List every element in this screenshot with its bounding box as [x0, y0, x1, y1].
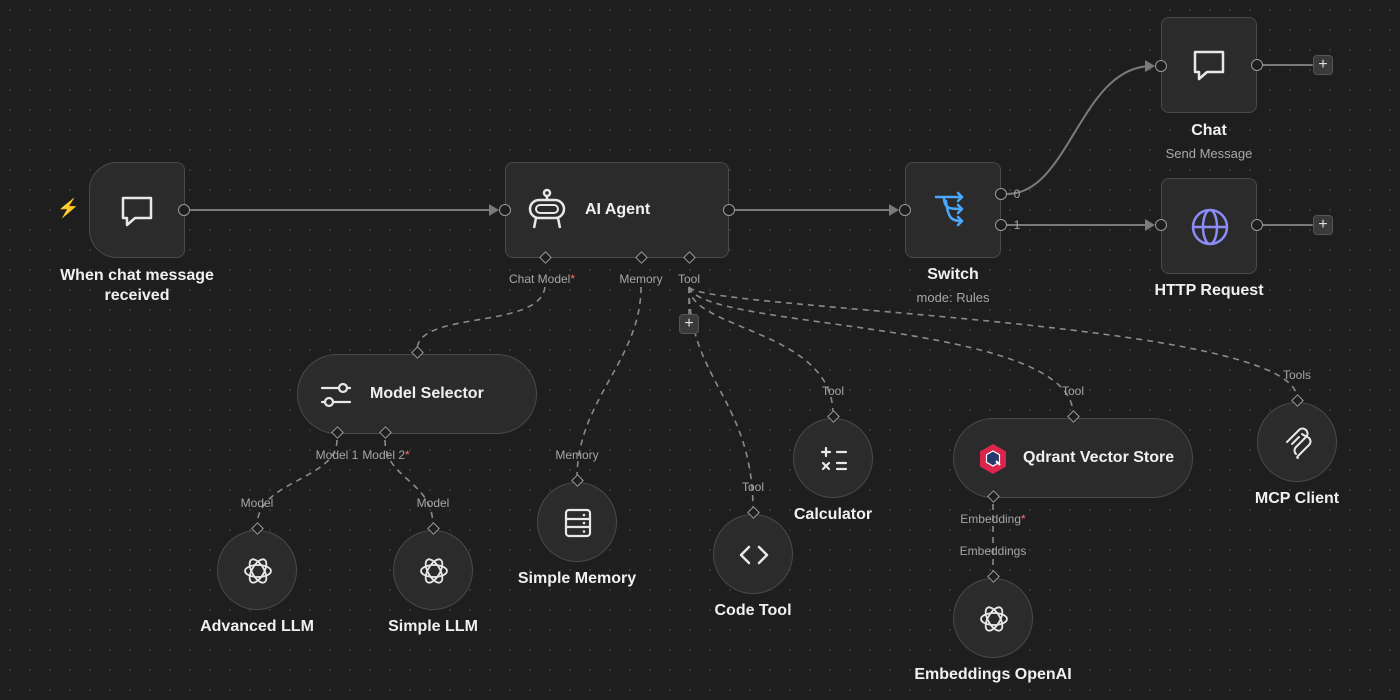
qdrant-title: Qdrant Vector Store — [1023, 449, 1175, 466]
mcp-title: MCP Client — [1254, 490, 1340, 507]
openai-icon — [244, 558, 272, 584]
node-calculator[interactable] — [793, 418, 873, 498]
http-title: HTTP Request — [1154, 282, 1264, 299]
http-output-handle[interactable] — [1251, 219, 1263, 231]
port-label-model-2: Model 2* — [362, 448, 410, 462]
dashed-chatmodel-selector — [416, 286, 546, 351]
sliders-icon — [320, 382, 352, 408]
port-label-model-1: Model 1 — [315, 448, 359, 462]
node-advanced-llm[interactable] — [217, 530, 297, 610]
chat-output-handle[interactable] — [1251, 59, 1263, 71]
node-chat[interactable] — [1161, 17, 1257, 113]
chat-bubble-icon — [1193, 50, 1225, 81]
chat-add-button[interactable]: + — [1313, 55, 1333, 75]
agent-input-handle[interactable] — [499, 204, 511, 216]
simple-llm-port-label: Model — [416, 496, 450, 510]
node-mcp-client[interactable] — [1257, 402, 1337, 482]
openai-icon — [420, 558, 448, 584]
embeddings-title: Embeddings OpenAI — [914, 666, 1072, 683]
switch-input-handle[interactable] — [899, 204, 911, 216]
openai-icon — [980, 606, 1008, 632]
dashed-tool-mcp — [688, 286, 1298, 399]
chat-subtitle: Send Message — [1165, 146, 1253, 161]
calculator-icon — [820, 446, 848, 471]
switch-output-1-handle[interactable] — [995, 219, 1007, 231]
switch-output-1-label: 1 — [1013, 218, 1021, 232]
node-when-chat-received[interactable] — [89, 162, 185, 258]
switch-output-0-label: 0 — [1013, 187, 1021, 201]
ai-agent-title: AI Agent — [585, 201, 651, 218]
http-input-handle[interactable] — [1155, 219, 1167, 231]
add-tool-button[interactable]: + — [679, 314, 699, 334]
wire-switch-chat — [1006, 65, 1153, 195]
calculator-port-label: Tool — [821, 384, 845, 398]
qdrant-port-label: Tool — [1061, 384, 1085, 398]
dashed-tool-calculator — [688, 286, 834, 415]
mcp-port-label: Tools — [1282, 368, 1312, 382]
arrow-agent-in — [489, 204, 499, 216]
lightning-bolt-icon: ⚡ — [57, 198, 80, 218]
globe-icon — [1191, 208, 1229, 246]
switch-output-0-handle[interactable] — [995, 188, 1007, 200]
switch-routes-icon — [934, 191, 964, 227]
database-icon — [564, 508, 592, 538]
node-simple-llm[interactable] — [393, 530, 473, 610]
trigger-output-handle[interactable] — [178, 204, 190, 216]
http-add-button[interactable]: + — [1313, 215, 1333, 235]
node-code-tool[interactable] — [713, 514, 793, 594]
simple-llm-title: Simple LLM — [388, 618, 478, 635]
mcp-icon — [1286, 427, 1312, 459]
port-label-chat-model: Chat Model* — [508, 272, 576, 286]
advanced-llm-port-label: Model — [240, 496, 274, 510]
code-tool-port-label: Tool — [741, 480, 765, 494]
chat-bubble-icon — [121, 196, 153, 227]
dashed-tool-qdrant — [688, 286, 1074, 415]
arrow-http-in — [1145, 219, 1155, 231]
trigger-title: When chat message received — [60, 267, 214, 304]
agent-output-handle[interactable] — [723, 204, 735, 216]
code-icon — [739, 545, 769, 565]
node-http-request[interactable] — [1161, 178, 1257, 274]
node-switch[interactable] — [905, 162, 1001, 258]
switch-title: Switch — [927, 266, 979, 283]
switch-subtitle: mode: Rules — [916, 290, 990, 305]
node-embeddings-openai[interactable] — [953, 578, 1033, 658]
port-label-embedding: Embedding* — [960, 512, 1026, 526]
chat-input-handle[interactable] — [1155, 60, 1167, 72]
node-model-selector[interactable]: Model Selector — [297, 354, 537, 434]
chat-title: Chat — [1191, 122, 1227, 139]
arrow-switch-in — [889, 204, 899, 216]
embeddings-port-label: Embeddings — [959, 544, 1027, 558]
port-label-memory: Memory — [619, 272, 663, 286]
robot-icon — [528, 188, 566, 229]
arrow-chat-in — [1145, 60, 1155, 72]
port-label-tool: Tool — [677, 272, 701, 286]
qdrant-icon — [980, 444, 1006, 474]
simple-memory-port-label: Memory — [555, 448, 599, 462]
model-selector-title: Model Selector — [370, 385, 484, 402]
simple-memory-title: Simple Memory — [517, 570, 637, 587]
calculator-title: Calculator — [793, 506, 873, 523]
node-ai-agent[interactable]: AI Agent — [505, 162, 729, 258]
code-tool-title: Code Tool — [714, 602, 792, 619]
node-simple-memory[interactable] — [537, 482, 617, 562]
advanced-llm-title: Advanced LLM — [200, 618, 314, 635]
node-qdrant-vector-store[interactable]: Qdrant Vector Store — [953, 418, 1193, 498]
